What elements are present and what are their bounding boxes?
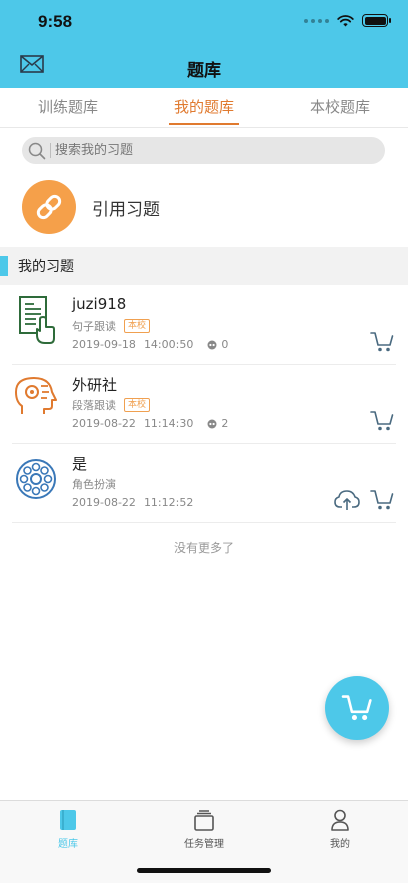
link-icon-circle [22, 180, 76, 234]
item-date: 2019-09-18 [72, 338, 136, 351]
list-item[interactable]: juzi918 句子跟读 本校 2019-09-18 14:00:50 0 [12, 285, 396, 365]
head-gears-icon [15, 377, 57, 414]
book-icon [60, 810, 76, 830]
stack-icon [194, 810, 214, 831]
item-type: 句子跟读 [72, 320, 116, 333]
nav-label: 我的 [330, 839, 350, 850]
nav-profile[interactable]: 我的 [272, 801, 408, 883]
item-type: 段落跟读 [72, 399, 116, 412]
person-icon [331, 809, 349, 831]
cart-icon [341, 695, 372, 721]
nav-label: 任务管理 [184, 839, 224, 850]
tab-bar: 训练题库 我的题库 本校题库 [0, 88, 408, 128]
status-time: 9:58 [38, 12, 73, 31]
cloud-upload-icon[interactable] [334, 489, 360, 511]
item-time: 11:14:30 [143, 417, 194, 430]
item-subtitle: 段落跟读 本校 [72, 397, 151, 413]
item-title: 外研社 [72, 376, 118, 394]
cart-icon[interactable] [370, 331, 394, 353]
search-bar[interactable] [22, 137, 385, 164]
item-views: 0 [207, 338, 228, 351]
tab-my-bank[interactable]: 我的题库 [136, 88, 272, 127]
no-more-text: 没有更多了 [173, 541, 234, 555]
search-input[interactable] [55, 143, 355, 158]
section-accent [0, 256, 8, 276]
section-title: 我的习题 [18, 259, 74, 275]
item-date: 2019-08-22 [72, 417, 136, 430]
item-title: 是 [72, 455, 88, 473]
item-type: 角色扮演 [72, 478, 116, 491]
views-icon [207, 419, 217, 428]
school-badge: 本校 [124, 319, 151, 333]
tab-label: 训练题库 [37, 98, 98, 116]
item-meta: 2019-08-22 11:14:30 2 [72, 417, 228, 430]
tab-label: 本校题库 [309, 98, 370, 116]
nav-label: 题库 [58, 839, 78, 850]
wifi-icon [337, 14, 354, 26]
item-meta: 2019-08-22 11:12:52 [72, 496, 193, 509]
document-hand-icon [19, 296, 55, 344]
item-time: 14:00:50 [143, 338, 194, 351]
battery-icon [362, 14, 391, 27]
views-count: 2 [221, 417, 229, 430]
item-views: 2 [207, 417, 228, 430]
item-meta: 2019-09-18 14:00:50 0 [72, 338, 228, 351]
tab-active-indicator [169, 123, 239, 125]
nav-question-bank[interactable]: 题库 [0, 801, 136, 883]
views-count: 0 [221, 338, 229, 351]
link-icon [36, 194, 62, 220]
list-item[interactable]: 是 角色扮演 2019-08-22 11:12:52 [12, 443, 396, 523]
tab-label: 我的题库 [173, 98, 234, 116]
tab-training-bank[interactable]: 训练题库 [0, 88, 136, 127]
tab-school-bank[interactable]: 本校题库 [272, 88, 408, 127]
item-subtitle: 句子跟读 本校 [72, 318, 151, 334]
list-item[interactable]: 外研社 段落跟读 本校 2019-08-22 11:14:30 2 [12, 364, 396, 444]
quote-exercise-button[interactable]: 引用习题 [22, 180, 160, 234]
item-date: 2019-08-22 [72, 496, 136, 509]
section-header: 我的习题 [0, 247, 408, 285]
signal-icon [304, 18, 329, 23]
quote-exercise-label: 引用习题 [92, 199, 160, 220]
item-subtitle: 角色扮演 [72, 476, 116, 492]
home-indicator [137, 868, 271, 873]
cart-icon[interactable] [370, 410, 394, 432]
school-badge: 本校 [124, 398, 151, 412]
page-title: 题库 [187, 61, 221, 81]
film-reel-icon [16, 459, 56, 499]
cart-icon[interactable] [370, 489, 394, 511]
search-separator [50, 143, 51, 158]
views-icon [207, 340, 217, 349]
floating-cart-button[interactable] [325, 676, 389, 740]
item-title: juzi918 [72, 295, 127, 313]
status-icons [304, 14, 391, 27]
header-bar: 9:58 题库 [0, 0, 408, 88]
item-time: 11:12:52 [143, 496, 194, 509]
search-icon [28, 142, 46, 159]
